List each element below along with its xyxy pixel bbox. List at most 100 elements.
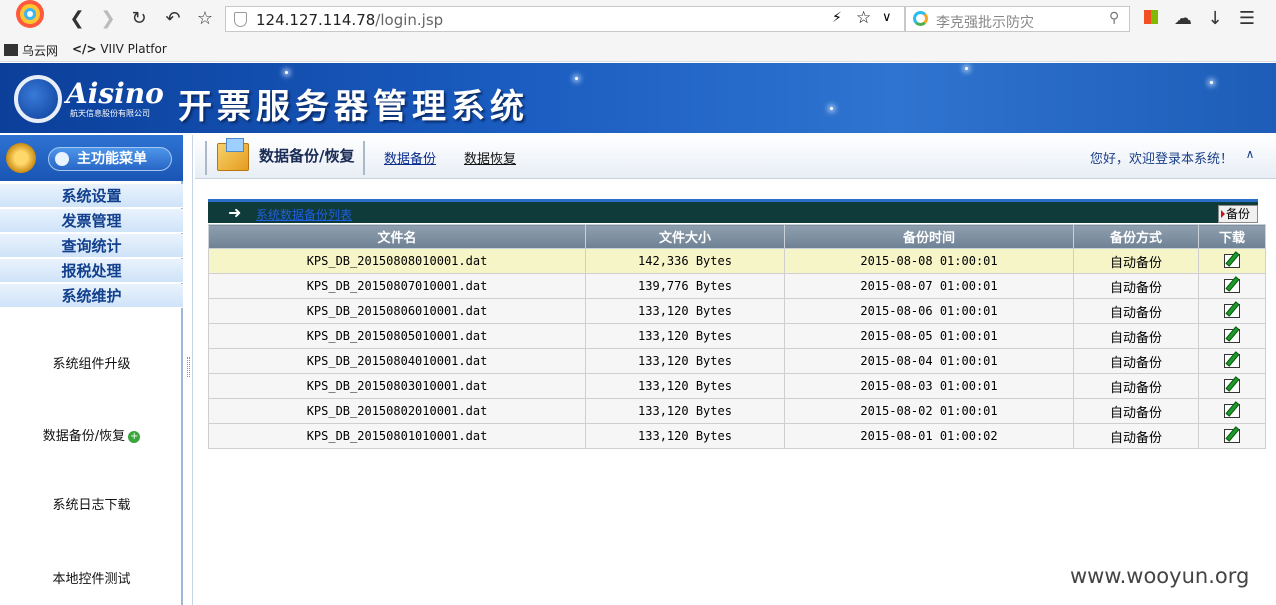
url-text[interactable]: 124.127.114.78/login.jsp xyxy=(256,11,443,29)
panel-header: ➜ 系统数据备份列表 xyxy=(208,199,1258,223)
main-menu-header: 主功能菜单 xyxy=(0,135,183,181)
file-size-cell: 139,776 Bytes xyxy=(585,273,785,299)
sidebar: 主功能菜单 系统设置 发票管理 查询统计 报税处理 系统维护 系统组件升级 数据… xyxy=(0,135,183,605)
sidebar-item-invoice-management[interactable]: 发票管理 xyxy=(0,209,183,233)
sidebar-splitter[interactable] xyxy=(185,135,193,605)
file-name-cell: KPS_DB_20150803010001.dat xyxy=(208,373,586,399)
sub-item-data-backup[interactable]: 数据备份/恢复 + xyxy=(0,425,183,444)
panel-title[interactable]: 系统数据备份列表 xyxy=(256,206,352,223)
file-name-cell: KPS_DB_20150808010001.dat xyxy=(208,248,586,274)
bookmark-viiv[interactable]: </> VIIV Platfor xyxy=(72,42,167,56)
tab-data-backup[interactable]: 数据备份 xyxy=(384,148,436,167)
menu-dot-icon xyxy=(55,152,69,166)
forward-icon[interactable]: ❯ xyxy=(97,8,119,30)
file-name-cell: KPS_DB_20150801010001.dat xyxy=(208,423,586,449)
code-icon: </> xyxy=(72,42,97,56)
edit-download-icon[interactable] xyxy=(1224,353,1240,368)
tab-current: 数据备份/恢复 xyxy=(205,138,365,175)
backup-method-cell: 自动备份 xyxy=(1073,373,1199,399)
tab-bar: 数据备份/恢复 数据备份 数据恢复 您好，欢迎登录本系统！ ∧ xyxy=(195,135,1276,179)
edit-download-icon[interactable] xyxy=(1224,278,1240,293)
table-row[interactable]: KPS_DB_20150801010001.dat 133,120 Bytes 20… xyxy=(208,423,1266,449)
table-row[interactable]: KPS_DB_20150802010001.dat 133,120 Bytes 20… xyxy=(208,398,1266,424)
download-cell xyxy=(1198,273,1266,299)
aisino-logo-icon xyxy=(14,75,62,123)
backup-method-cell: 自动备份 xyxy=(1073,323,1199,349)
backup-time-cell: 2015-08-01 01:00:02 xyxy=(784,423,1074,449)
arrow-right-icon: ➜ xyxy=(228,203,242,222)
backup-button[interactable]: 备份 xyxy=(1218,205,1258,223)
sub-item-control-test[interactable]: 本地控件测试 xyxy=(0,568,183,587)
download-cell xyxy=(1198,348,1266,374)
file-size-cell: 133,120 Bytes xyxy=(585,398,785,424)
file-name-cell: KPS_DB_20150804010001.dat xyxy=(208,348,586,374)
undo-icon[interactable]: ↶ xyxy=(162,8,184,30)
collapse-up-icon[interactable]: ∧ xyxy=(1243,147,1257,161)
welcome-text: 您好，欢迎登录本系统！ xyxy=(1090,152,1234,167)
column-header: 备份方式 xyxy=(1073,224,1199,249)
favorite-star-icon[interactable]: ☆ xyxy=(856,8,871,28)
sidebar-item-system-maintenance[interactable]: 系统维护 xyxy=(0,284,183,308)
search-icon[interactable]: ⚲ xyxy=(1109,10,1119,26)
table-row[interactable]: KPS_DB_20150807010001.dat 139,776 Bytes 20… xyxy=(208,273,1266,299)
sub-item-component-upgrade[interactable]: 系统组件升级 xyxy=(0,353,183,372)
column-header: 下载 xyxy=(1198,224,1266,249)
table-row[interactable]: KPS_DB_20150808010001.dat 142,336 Bytes 20… xyxy=(208,248,1266,274)
edit-download-icon[interactable] xyxy=(1224,253,1240,268)
sidebar-item-system-settings[interactable]: 系统设置 xyxy=(0,184,183,208)
backup-time-cell: 2015-08-02 01:00:01 xyxy=(784,398,1074,424)
backup-time-cell: 2015-08-08 01:00:01 xyxy=(784,248,1074,274)
edit-download-icon[interactable] xyxy=(1224,428,1240,443)
edit-download-icon[interactable] xyxy=(1224,378,1240,393)
cloud-icon[interactable]: ☁ xyxy=(1172,8,1194,30)
edit-download-icon[interactable] xyxy=(1224,303,1240,318)
reload-icon[interactable]: ↻ xyxy=(128,8,150,30)
app-banner: Aisino 航天信息股份有限公司 开票服务器管理系统 xyxy=(0,63,1276,133)
lightning-icon[interactable]: ⚡ xyxy=(832,10,842,26)
column-header: 备份时间 xyxy=(784,224,1074,249)
wooyun-icon xyxy=(4,44,18,56)
menu-icon[interactable]: ☰ xyxy=(1236,8,1258,30)
brand-name: Aisino xyxy=(66,77,164,110)
file-size-cell: 133,120 Bytes xyxy=(585,323,785,349)
search-engine-icon xyxy=(913,11,928,26)
table-row[interactable]: KPS_DB_20150806010001.dat 133,120 Bytes 20… xyxy=(208,298,1266,324)
file-name-cell: KPS_DB_20150807010001.dat xyxy=(208,273,586,299)
bookmark-wooyun[interactable]: 乌云网 xyxy=(4,42,58,59)
download-icon[interactable]: ↓ xyxy=(1204,8,1226,30)
search-input[interactable]: 李克强批示防灾 xyxy=(936,12,1034,32)
address-bar[interactable]: 124.127.114.78/login.jsp ⚡ ☆ ∨ xyxy=(225,6,905,32)
sub-item-log-download[interactable]: 系统日志下载 xyxy=(0,494,183,513)
download-cell xyxy=(1198,423,1266,449)
file-name-cell: KPS_DB_20150806010001.dat xyxy=(208,298,586,324)
bookmark-label: VIIV Platfor xyxy=(100,42,167,56)
chevron-down-icon[interactable]: ∨ xyxy=(882,10,892,25)
sub-item-label: 数据备份/恢复 xyxy=(42,429,126,444)
sidebar-item-query-statistics[interactable]: 查询统计 xyxy=(0,234,183,258)
bookmarks-bar: 乌云网 </> VIIV Platfor xyxy=(0,38,1276,62)
table-header-row: 文件名 文件大小 备份时间 备份方式 下载 xyxy=(208,224,1266,249)
table-row[interactable]: KPS_DB_20150804010001.dat 133,120 Bytes 20… xyxy=(208,348,1266,374)
sidebar-item-tax-processing[interactable]: 报税处理 xyxy=(0,259,183,283)
backup-table: 文件名 文件大小 备份时间 备份方式 下载 KPS_DB_20150808010… xyxy=(208,224,1266,449)
backup-method-cell: 自动备份 xyxy=(1073,348,1199,374)
column-header: 文件名 xyxy=(208,224,586,249)
file-size-cell: 133,120 Bytes xyxy=(585,348,785,374)
table-row[interactable]: KPS_DB_20150805010001.dat 133,120 Bytes 20… xyxy=(208,323,1266,349)
table-row[interactable]: KPS_DB_20150803010001.dat 133,120 Bytes 20… xyxy=(208,373,1266,399)
browser-logo-icon[interactable] xyxy=(8,0,52,36)
bookmark-star-icon[interactable]: ☆ xyxy=(194,8,216,30)
column-header: 文件大小 xyxy=(585,224,785,249)
backup-time-cell: 2015-08-03 01:00:01 xyxy=(784,373,1074,399)
gear-icon xyxy=(6,143,36,173)
file-size-cell: 133,120 Bytes xyxy=(585,298,785,324)
tab-data-restore[interactable]: 数据恢复 xyxy=(464,148,516,167)
apps-grid-icon[interactable] xyxy=(1144,10,1158,24)
download-cell xyxy=(1198,398,1266,424)
main-menu-button[interactable]: 主功能菜单 xyxy=(48,147,172,171)
search-bar[interactable]: 李克强批示防灾 ⚲ xyxy=(905,6,1130,32)
edit-download-icon[interactable] xyxy=(1224,403,1240,418)
file-name-cell: KPS_DB_20150802010001.dat xyxy=(208,398,586,424)
back-icon[interactable]: ❮ xyxy=(66,8,88,30)
edit-download-icon[interactable] xyxy=(1224,328,1240,343)
